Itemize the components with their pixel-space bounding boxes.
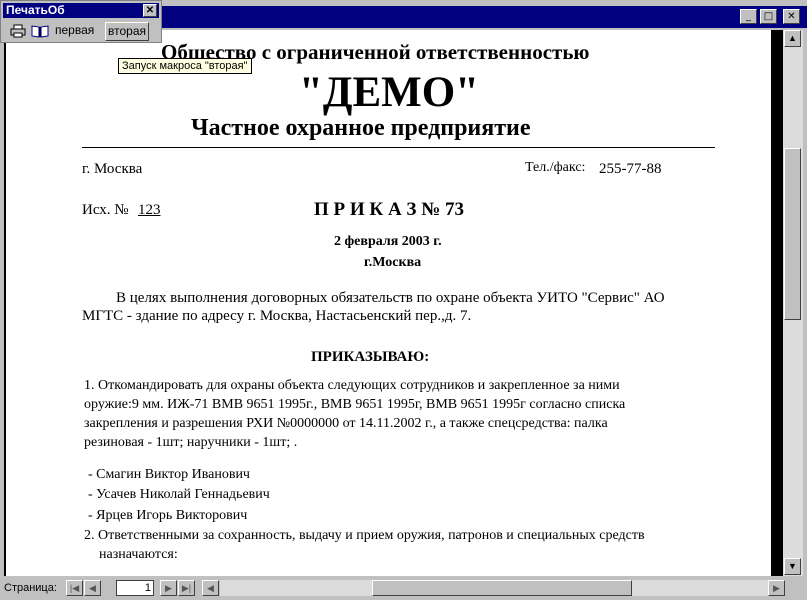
minimize-button[interactable]: _ bbox=[740, 9, 757, 24]
macro-tooltip: Запуск макроса "вторая" bbox=[118, 58, 252, 74]
employee-2: - Усачев Николай Геннадьевич bbox=[88, 487, 270, 502]
macro-toolbar-title[interactable]: ПечатьОб ✕ bbox=[3, 3, 159, 18]
vertical-scrollbar[interactable]: ▲ ▼ bbox=[783, 30, 803, 576]
first-page-button[interactable]: |◀ bbox=[66, 580, 83, 596]
scroll-left-button[interactable]: ◀ bbox=[202, 580, 219, 596]
report-window: т _ □ ✕ Общество с ограниченной ответств… bbox=[0, 0, 807, 600]
horizontal-scroll-thumb[interactable] bbox=[372, 580, 632, 596]
page-edge bbox=[771, 30, 783, 576]
item1-line3: закрепления и разрешения РХИ №0000000 от… bbox=[84, 416, 608, 431]
employee-3: - Ярцев Игорь Викторович bbox=[88, 508, 248, 523]
prev-page-button[interactable]: ◀ bbox=[84, 580, 101, 596]
close-button[interactable]: ✕ bbox=[783, 9, 800, 24]
macro-button-first[interactable]: первая bbox=[53, 22, 96, 41]
intro-line-2: МГТС - здание по адресу г. Москва, Наста… bbox=[82, 308, 472, 324]
page-number-field[interactable]: 1 bbox=[116, 580, 154, 596]
phone-value: 255-77-88 bbox=[599, 161, 662, 177]
status-bar: Страница: |◀ ◀ 1 ▶ ▶| ◀ ▶ bbox=[0, 577, 807, 600]
printer-icon[interactable] bbox=[10, 24, 26, 38]
report-page: Общество с ограниченной ответственностью… bbox=[4, 30, 773, 576]
next-page-button[interactable]: ▶ bbox=[160, 580, 177, 596]
maximize-button[interactable]: □ bbox=[760, 9, 777, 24]
header-rule bbox=[82, 147, 715, 148]
item1-line2: оружие:9 мм. ИЖ-71 ВМВ 9651 1995г., ВМВ … bbox=[84, 397, 626, 412]
item2-line1: 2. Ответственными за сохранность, выдачу… bbox=[84, 528, 645, 543]
item2-line2: назначаются: bbox=[99, 547, 178, 562]
order-word: ПРИКАЗЫВАЮ: bbox=[311, 349, 430, 365]
city-label: г. Москва bbox=[82, 161, 143, 177]
last-page-button[interactable]: ▶| bbox=[178, 580, 195, 596]
order-place: г.Москва bbox=[364, 255, 422, 270]
macro-toolbar: ПечатьОб ✕ первая вторая bbox=[0, 0, 162, 43]
org-name: "ДЕМО" bbox=[299, 69, 480, 116]
outgoing-number: 123 bbox=[138, 202, 161, 218]
employee-1: - Смагин Виктор Иванович bbox=[88, 467, 250, 482]
intro-line-1: В целях выполнения договорных обязательс… bbox=[116, 290, 665, 306]
item1-line4: резиновая - 1шт; наручники - 1шт; . bbox=[84, 435, 298, 450]
scroll-down-button[interactable]: ▼ bbox=[784, 558, 801, 575]
scroll-up-button[interactable]: ▲ bbox=[784, 30, 801, 47]
order-title: П Р И К А З № 73 bbox=[314, 199, 465, 220]
book-icon[interactable] bbox=[31, 24, 49, 38]
page-label: Страница: bbox=[4, 582, 57, 594]
phone-label: Тел./факс: bbox=[525, 160, 586, 175]
org-type: Частное охранное предприятие bbox=[191, 115, 531, 141]
order-date: 2 февраля 2003 г. bbox=[334, 234, 442, 249]
horizontal-scrollbar[interactable] bbox=[220, 580, 784, 596]
macro-toolbar-title-text: ПечатьОб bbox=[6, 3, 65, 17]
item1-line1: 1. Откомандировать для охраны объекта сл… bbox=[84, 378, 620, 393]
macro-button-second[interactable]: вторая bbox=[105, 22, 149, 41]
scroll-right-button[interactable]: ▶ bbox=[768, 580, 785, 596]
vertical-scroll-thumb[interactable] bbox=[784, 148, 801, 320]
outgoing-label: Исх. № bbox=[82, 202, 129, 218]
toolbar-close-icon[interactable]: ✕ bbox=[143, 4, 157, 17]
